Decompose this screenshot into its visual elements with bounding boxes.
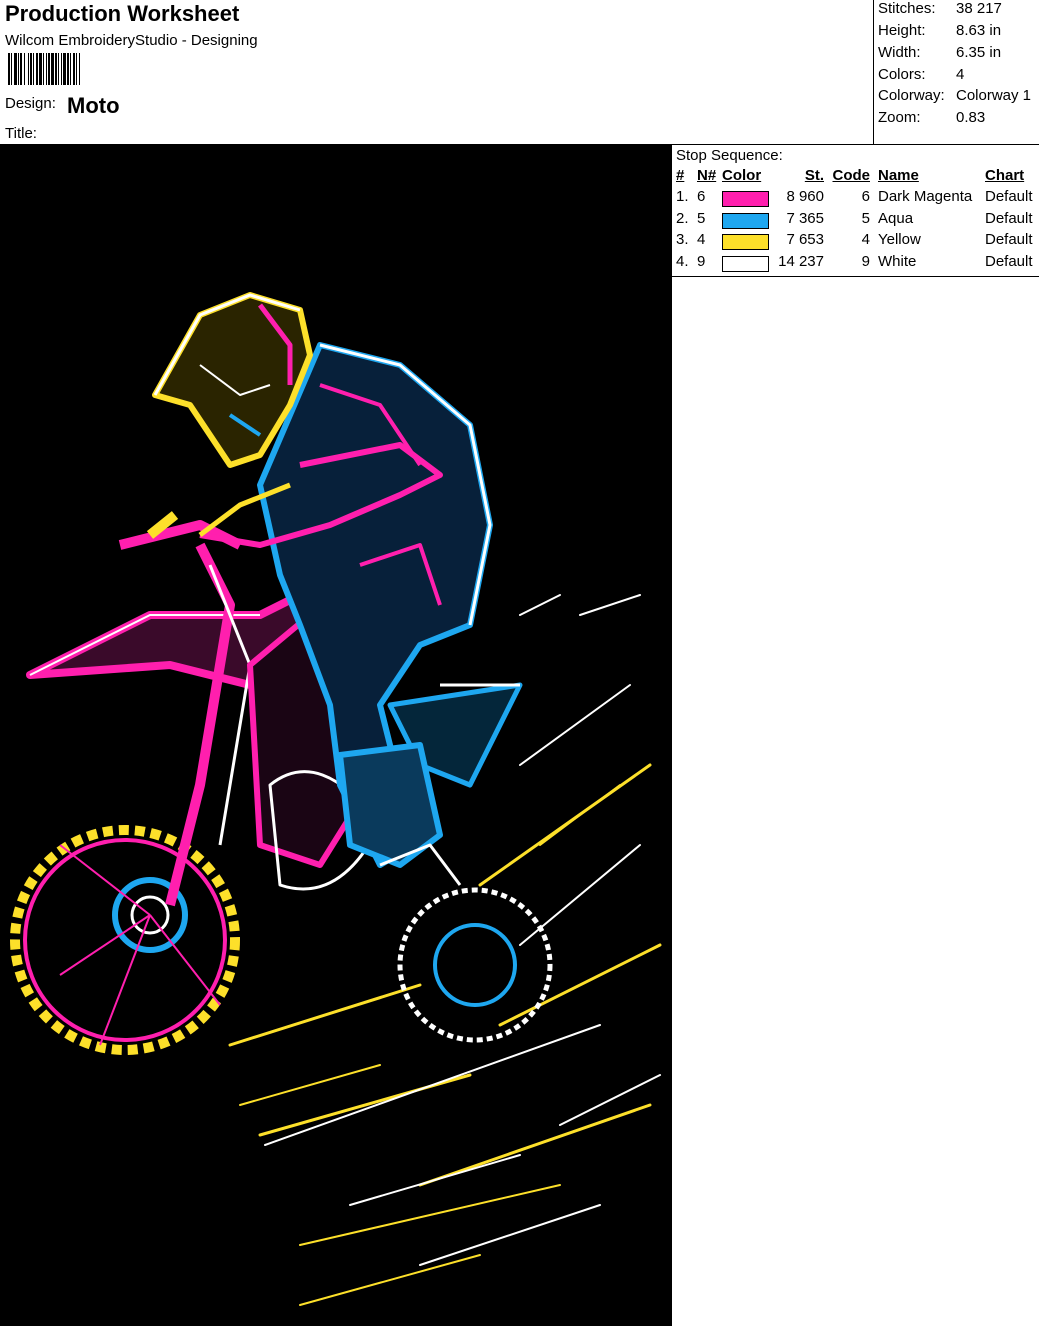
- color-swatch: [722, 191, 769, 207]
- stat-value: 8.63 in: [956, 22, 1002, 39]
- row-needle: 9: [697, 253, 706, 270]
- col-stitches: St.: [804, 167, 824, 184]
- row-chart: Default: [985, 188, 1033, 205]
- stop-sequence-title: Stop Sequence:: [676, 147, 783, 164]
- row-code: 9: [861, 253, 870, 270]
- stat-label: Colorway:: [878, 87, 945, 104]
- row-needle: 6: [697, 188, 706, 205]
- software-subtitle: Wilcom EmbroideryStudio - Designing: [5, 32, 258, 49]
- col-num: #: [676, 167, 685, 184]
- stat-value: Colorway 1: [956, 87, 1032, 104]
- col-code: Code: [832, 167, 871, 184]
- stat-label: Colors:: [878, 66, 926, 83]
- table-divider: [672, 276, 1039, 277]
- barcode-icon: [8, 53, 108, 85]
- worksheet-header: Production Worksheet Wilcom EmbroiderySt…: [0, 0, 1039, 145]
- row-code: 5: [861, 210, 870, 227]
- row-code: 6: [861, 188, 870, 205]
- row-stitches: 7 365: [786, 210, 824, 227]
- table-row: 3. 4 7 653 4 Yellow Default: [672, 231, 1039, 253]
- motocross-rider-embroidery-illustration: [0, 145, 670, 1326]
- row-name: Dark Magenta: [878, 188, 973, 205]
- table-row: 4. 9 14 237 9 White Default: [672, 253, 1039, 275]
- color-swatch: [722, 234, 769, 250]
- row-needle: 5: [697, 210, 706, 227]
- design-name: Moto: [67, 93, 120, 118]
- row-stitches: 14 237: [778, 253, 824, 270]
- row-chart: Default: [985, 210, 1033, 227]
- row-num: 1.: [676, 188, 689, 205]
- table-row: 2. 5 7 365 5 Aqua Default: [672, 210, 1039, 232]
- stat-label: Width:: [878, 44, 921, 61]
- row-code: 4: [861, 231, 870, 248]
- stat-label: Zoom:: [878, 109, 921, 126]
- color-swatch: [722, 256, 769, 272]
- row-name: Yellow: [878, 231, 921, 248]
- design-preview: [0, 145, 671, 1326]
- title-label: Title:: [5, 125, 37, 142]
- stat-value: 0.83: [956, 109, 986, 126]
- stat-value: 4: [956, 66, 965, 83]
- table-row: 1. 6 8 960 6 Dark Magenta Default: [672, 188, 1039, 210]
- row-name: Aqua: [878, 210, 914, 227]
- col-name: Name: [878, 167, 919, 184]
- row-num: 2.: [676, 210, 689, 227]
- stat-value: 6.35 in: [956, 44, 1002, 61]
- stat-value: 38 217: [956, 0, 1002, 17]
- row-stitches: 8 960: [786, 188, 824, 205]
- col-needle: N#: [697, 167, 717, 184]
- stat-label: Stitches:: [878, 0, 936, 17]
- page-title: Production Worksheet: [5, 1, 240, 26]
- stat-label: Height:: [878, 22, 926, 39]
- row-num: 4.: [676, 253, 689, 270]
- stop-sequence-panel: Stop Sequence: # N# Color St. Code Name …: [671, 145, 1039, 1326]
- col-color: Color: [722, 167, 762, 184]
- row-stitches: 7 653: [786, 231, 824, 248]
- row-needle: 4: [697, 231, 706, 248]
- row-chart: Default: [985, 253, 1033, 270]
- row-name: White: [878, 253, 917, 270]
- design-label: Design:: [5, 95, 56, 112]
- design-stats-panel: Stitches: 38 217 Height: 8.63 in Width: …: [873, 0, 1039, 145]
- barcode-bar: [80, 53, 83, 85]
- row-num: 3.: [676, 231, 689, 248]
- col-chart: Chart: [985, 167, 1025, 184]
- stop-sequence-header: # N# Color St. Code Name Chart: [672, 167, 1039, 189]
- row-chart: Default: [985, 231, 1033, 248]
- color-swatch: [722, 213, 769, 229]
